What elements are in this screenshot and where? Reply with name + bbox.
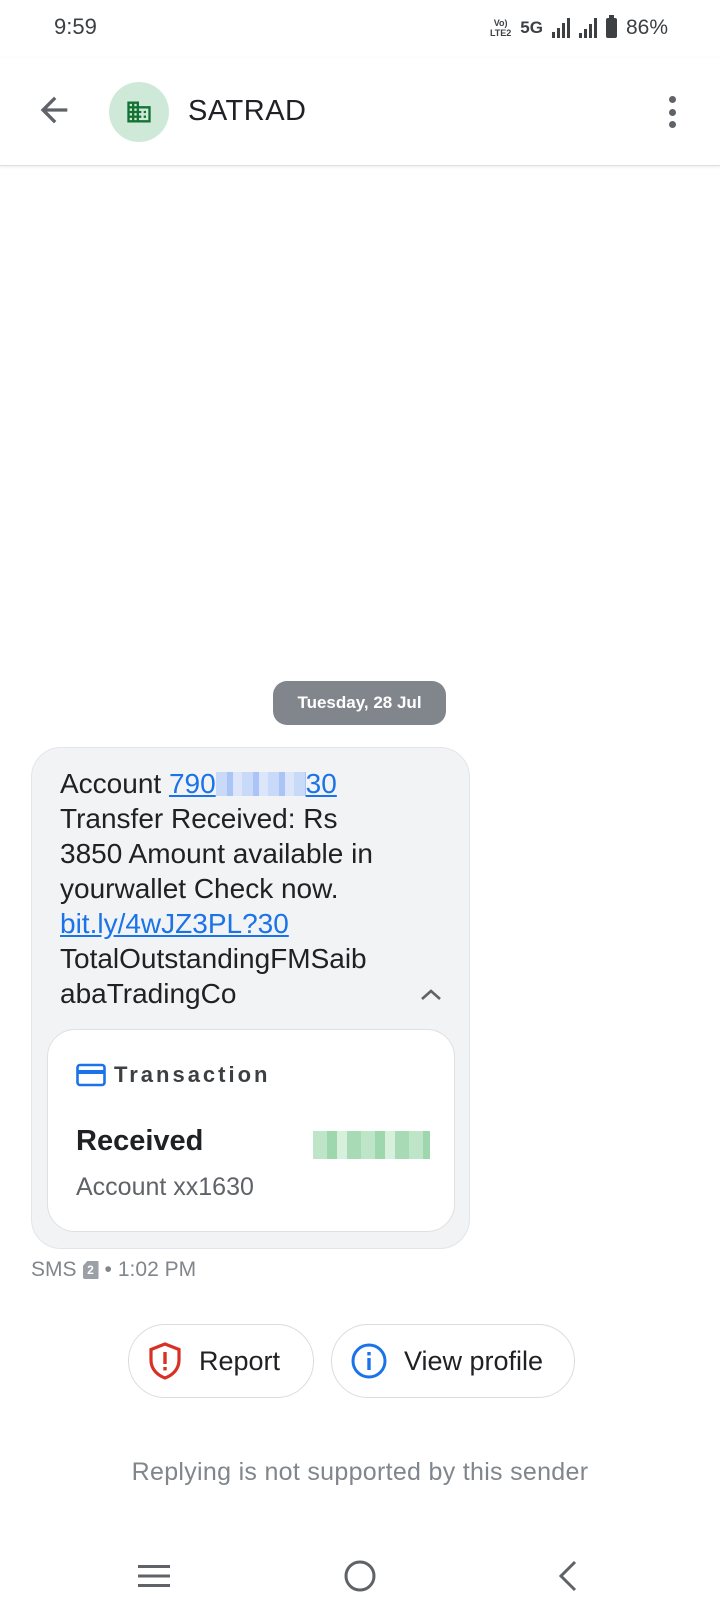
top-app-bar: SATRAD [0,58,720,166]
message-bubble[interactable]: Account 790 30 Transfer Received: Rs 3850… [31,747,470,1249]
status-icons: Vo) LTE2 5G 86% [489,15,668,40]
conversation-title: SATRAD [188,95,307,127]
signal-icon [551,18,570,38]
more-vert-icon [668,96,676,103]
home-button[interactable] [336,1552,384,1600]
home-circle-icon [344,1560,376,1592]
volte-icon: Vo) LTE2 [489,18,512,38]
message-line-transfer: Transfer Received: Rs [60,803,338,834]
nav-back-button[interactable] [544,1552,592,1600]
redacted-amount [313,1131,430,1159]
business-building-icon [127,101,151,123]
system-nav-bar [0,1540,720,1612]
status-bar: 9:59 Vo) LTE2 5G 86% [0,0,720,58]
report-button[interactable]: Report [128,1324,314,1398]
message-line-wallet: yourwallet Check now. [60,873,339,904]
view-profile-label: View profile [404,1345,544,1376]
transaction-header: Transaction [76,1062,270,1088]
chevron-up-icon [421,989,441,1000]
message-time: 1:02 PM [117,1258,197,1281]
recents-button[interactable] [130,1552,178,1600]
message-url-link[interactable]: bit.ly/4wJZ3PL?30 [60,908,289,939]
meta-separator: • [104,1258,112,1281]
message-line-amount: 3850 Amount available in [60,838,373,869]
message-line-outstanding: TotalOutstandingFMSaib [60,943,367,974]
transaction-label: Transaction [114,1062,271,1087]
message-meta: SMS 2 • 1:02 PM [31,1258,196,1282]
transaction-status: Received [76,1125,204,1157]
channel-label: SMS [31,1258,77,1281]
more-options-button[interactable] [662,92,682,132]
shield-alert-icon [149,1342,181,1380]
report-label: Report [199,1345,281,1376]
redacted-block [215,772,306,796]
account-prefix: Account [60,768,169,799]
transaction-account: Account xx1630 [76,1173,254,1201]
chevron-left-icon [558,1560,577,1592]
sim-card-icon: 2 [82,1261,99,1279]
avatar [109,82,169,142]
arrow-back-icon [40,96,68,124]
date-chip: Tuesday, 28 Jul [273,681,446,725]
battery-icon [605,15,617,38]
battery-percent: 86% [625,16,668,39]
reply-not-supported-notice: Replying is not supported by this sender [131,1458,589,1486]
view-profile-button[interactable]: View profile [331,1324,575,1398]
menu-icon [138,1565,170,1587]
credit-card-icon [76,1063,106,1087]
collapse-button[interactable] [417,982,445,1006]
transaction-card[interactable]: Transaction Received Account xx1630 [47,1029,455,1232]
back-button[interactable] [34,90,74,130]
info-icon [351,1343,387,1379]
status-time: 9:59 [54,14,97,39]
message-line-company: abaTradingCo [60,978,237,1009]
account-number-link[interactable]: 790 30 [169,768,337,799]
network-type: 5G [520,18,543,37]
message-text: Account 790 30 Transfer Received: Rs 3850… [60,766,410,1011]
signal-icon-2 [578,18,597,38]
